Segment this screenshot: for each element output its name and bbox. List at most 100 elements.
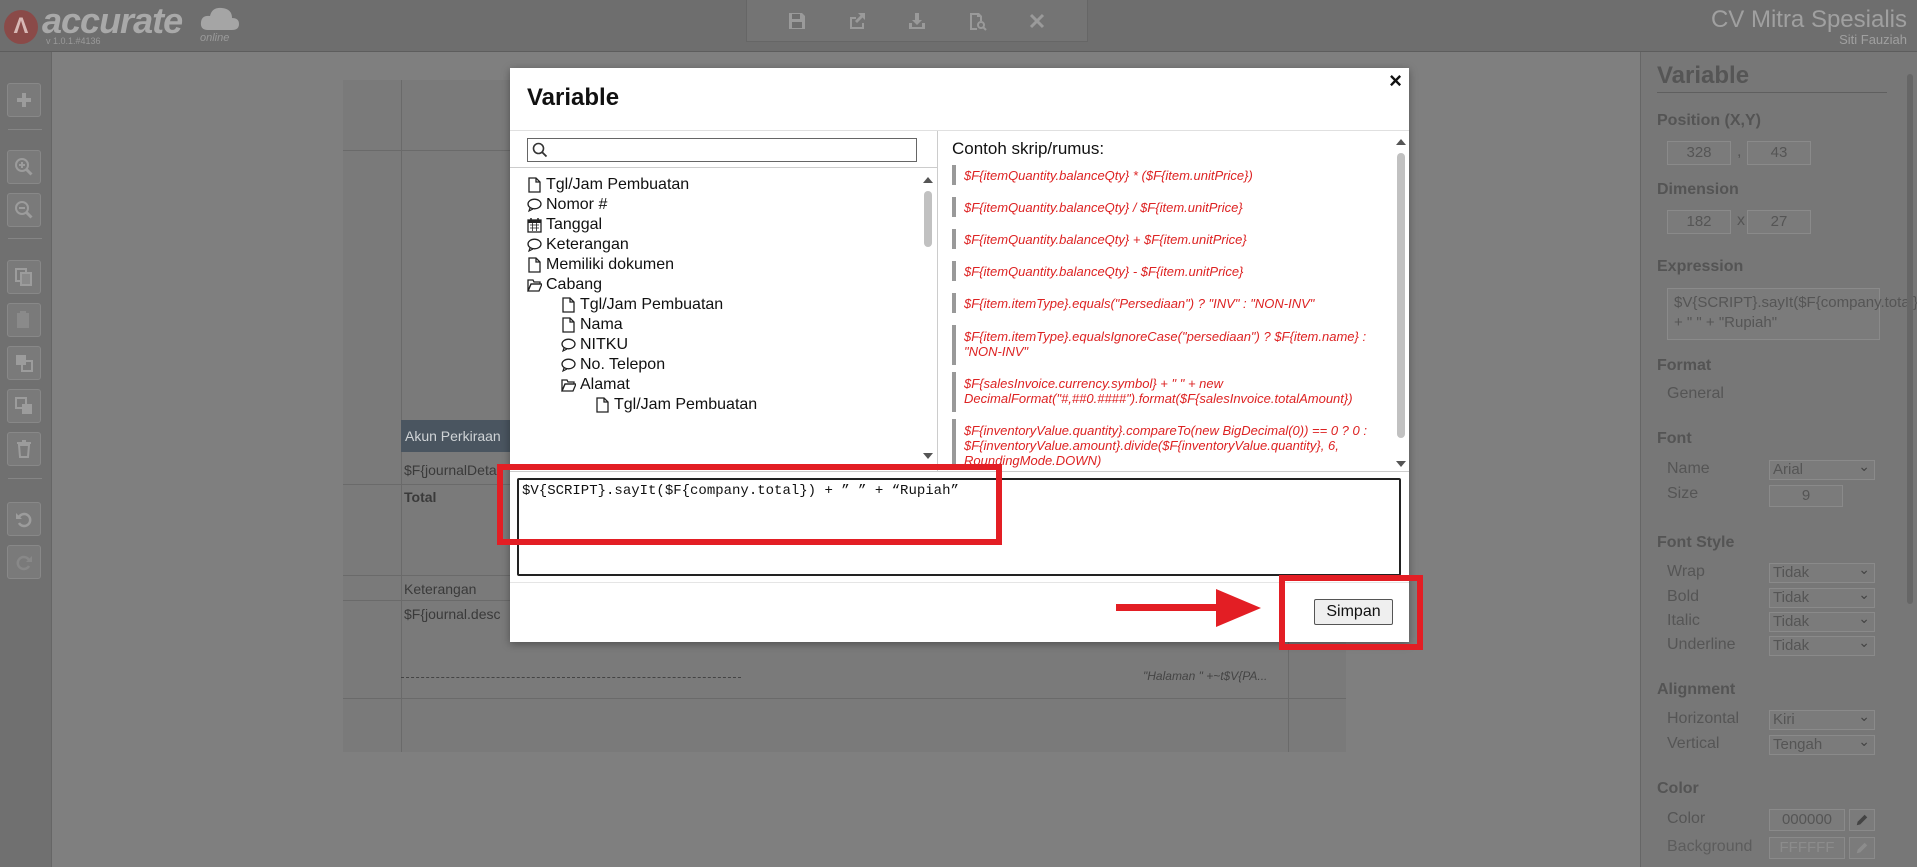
- redo-button[interactable]: [7, 545, 41, 579]
- position-x-input[interactable]: 328: [1667, 141, 1731, 165]
- download-button[interactable]: [902, 6, 932, 36]
- font-size-input[interactable]: 9: [1769, 485, 1843, 507]
- add-element-button[interactable]: [7, 83, 41, 117]
- expression-field[interactable]: $V{SCRIPT}.sayIt($F{company.total}) + " …: [1667, 288, 1917, 340]
- tree-item-label: Tgl/Jam Pembuatan: [546, 176, 690, 193]
- undo-button[interactable]: [7, 502, 41, 536]
- journal-detail-field[interactable]: $F{journalDeta: [404, 462, 497, 478]
- underline-select[interactable]: Tidak: [1769, 633, 1875, 656]
- color-picker-button[interactable]: [1849, 809, 1875, 831]
- tree-item[interactable]: Alamat: [561, 374, 630, 396]
- dimension-width-input[interactable]: 182: [1667, 210, 1731, 234]
- preview-button[interactable]: [962, 6, 992, 36]
- tree-item[interactable]: Nomor #: [527, 194, 607, 216]
- italic-select[interactable]: Tidak: [1769, 609, 1875, 632]
- example-item[interactable]: $F{item.itemType}.equalsIgnoreCase("pers…: [952, 325, 1382, 365]
- example-item[interactable]: $F{salesInvoice.currency.symbol} + " " +…: [952, 372, 1382, 412]
- field-search[interactable]: [527, 138, 917, 162]
- color-label: Color: [1667, 810, 1706, 827]
- tree-item[interactable]: Cabang: [527, 274, 602, 296]
- zoom-out-button[interactable]: [7, 193, 41, 227]
- save-highlight-box: [1279, 575, 1423, 650]
- search-input[interactable]: [552, 140, 912, 160]
- close-designer-button[interactable]: [1022, 6, 1052, 36]
- font-name-label: Name: [1667, 460, 1710, 477]
- page-number-field[interactable]: "Halaman " +~t$V{PA...: [1143, 669, 1267, 683]
- zoom-in-icon: [15, 158, 33, 176]
- delete-button[interactable]: [7, 432, 41, 466]
- example-item[interactable]: $F{itemQuantity.balanceQty} - $F{item.un…: [952, 261, 1382, 281]
- scrollbar-thumb[interactable]: [924, 191, 932, 247]
- export-button[interactable]: [842, 6, 872, 36]
- total-label[interactable]: Total: [404, 489, 436, 505]
- close-dialog-button[interactable]: ×: [1389, 68, 1402, 94]
- comment-icon: [561, 358, 576, 373]
- example-item[interactable]: $F{inventoryValue.quantity}.compareTo(ne…: [952, 419, 1382, 469]
- horizontal-align-select[interactable]: Kiri: [1769, 707, 1875, 730]
- account-column-header[interactable]: Akun Perkiraan: [401, 420, 513, 452]
- dimension-height-input[interactable]: 27: [1747, 210, 1811, 234]
- format-value[interactable]: General: [1667, 385, 1724, 403]
- close-icon: [1029, 13, 1045, 28]
- tree-item[interactable]: Keterangan: [527, 234, 629, 256]
- scroll-up-icon[interactable]: [923, 177, 933, 183]
- tree-item[interactable]: Tgl/Jam Pembuatan: [561, 294, 723, 316]
- tree-item[interactable]: Tgl/Jam Pembuatan: [527, 174, 689, 196]
- color-input[interactable]: 000000: [1769, 809, 1845, 831]
- tree-item-label: Tgl/Jam Pembuatan: [614, 396, 758, 413]
- bold-select[interactable]: Tidak: [1769, 585, 1875, 608]
- dashed-separator: [401, 677, 741, 678]
- background-picker-button[interactable]: [1849, 837, 1875, 859]
- example-item[interactable]: $F{itemQuantity.balanceQty} + $F{item.un…: [952, 229, 1382, 249]
- calendar-icon: [527, 218, 542, 233]
- app-logo[interactable]: Λ accurate v 1.0.1.#4136 online: [4, 0, 244, 48]
- position-y-input[interactable]: 43: [1747, 141, 1811, 165]
- export-icon: [850, 12, 865, 29]
- scrollbar-thumb[interactable]: [1397, 153, 1405, 438]
- paste-icon: [17, 311, 29, 328]
- tree-item-label: Memiliki dokumen: [546, 256, 675, 273]
- journal-description-field[interactable]: $F{journal.desc: [404, 606, 501, 622]
- examples-scrollbar[interactable]: [1394, 133, 1408, 469]
- scroll-up-icon[interactable]: [1396, 139, 1406, 145]
- comment-icon: [527, 198, 542, 213]
- panel-scrollbar[interactable]: [1905, 62, 1915, 632]
- tree-item[interactable]: Nama: [561, 314, 623, 336]
- scrollbar-thumb[interactable]: [1907, 74, 1913, 604]
- example-item[interactable]: $F{itemQuantity.balanceQty} / $F{item.un…: [952, 197, 1382, 217]
- document-icon: [596, 397, 609, 413]
- wrap-select[interactable]: Tidak: [1769, 560, 1875, 583]
- company-info: CV Mitra Spesialis Siti Fauziah: [1711, 6, 1907, 47]
- send-back-button[interactable]: [7, 389, 41, 423]
- keterangan-label[interactable]: Keterangan: [404, 581, 476, 597]
- top-bar: Λ accurate v 1.0.1.#4136 online CV Mitra…: [0, 0, 1917, 52]
- zoom-in-button[interactable]: [7, 150, 41, 184]
- copy-button[interactable]: [7, 260, 41, 294]
- horizontal-label: Horizontal: [1667, 710, 1740, 727]
- font-name-select[interactable]: Arial: [1769, 457, 1875, 480]
- vertical-label: Vertical: [1667, 735, 1720, 752]
- scroll-down-icon[interactable]: [923, 453, 933, 459]
- tree-item-label: Keterangan: [546, 236, 629, 253]
- left-toolbar: [0, 52, 52, 867]
- expression-label: Expression: [1657, 258, 1744, 275]
- background-color-input[interactable]: FFFFFF: [1769, 837, 1845, 859]
- canvas-guide: [401, 80, 402, 752]
- field-tree-pane: Tgl/Jam Pembuatan Nomor # Tanggal Ketera…: [510, 131, 938, 471]
- folder-open-icon: [527, 279, 542, 292]
- example-item[interactable]: $F{itemQuantity.balanceQty} * ($F{item.u…: [952, 165, 1382, 185]
- tree-scrollbar[interactable]: [921, 171, 935, 461]
- paste-button[interactable]: [7, 303, 41, 337]
- tree-item[interactable]: Tanggal: [527, 214, 602, 236]
- tree-item[interactable]: No. Telepon: [561, 354, 665, 376]
- send-back-icon: [15, 397, 32, 414]
- tree-item-label: No. Telepon: [580, 356, 666, 373]
- tree-item[interactable]: NITKU: [561, 334, 628, 356]
- tree-item[interactable]: Memiliki dokumen: [527, 254, 674, 276]
- scroll-down-icon[interactable]: [1396, 461, 1406, 467]
- bring-front-button[interactable]: [7, 346, 41, 380]
- example-item[interactable]: $F{item.itemType}.equals("Persediaan") ?…: [952, 293, 1382, 313]
- save-button[interactable]: [782, 6, 812, 36]
- tree-item[interactable]: Tgl/Jam Pembuatan: [595, 394, 757, 416]
- vertical-align-select[interactable]: Tengah: [1769, 732, 1875, 755]
